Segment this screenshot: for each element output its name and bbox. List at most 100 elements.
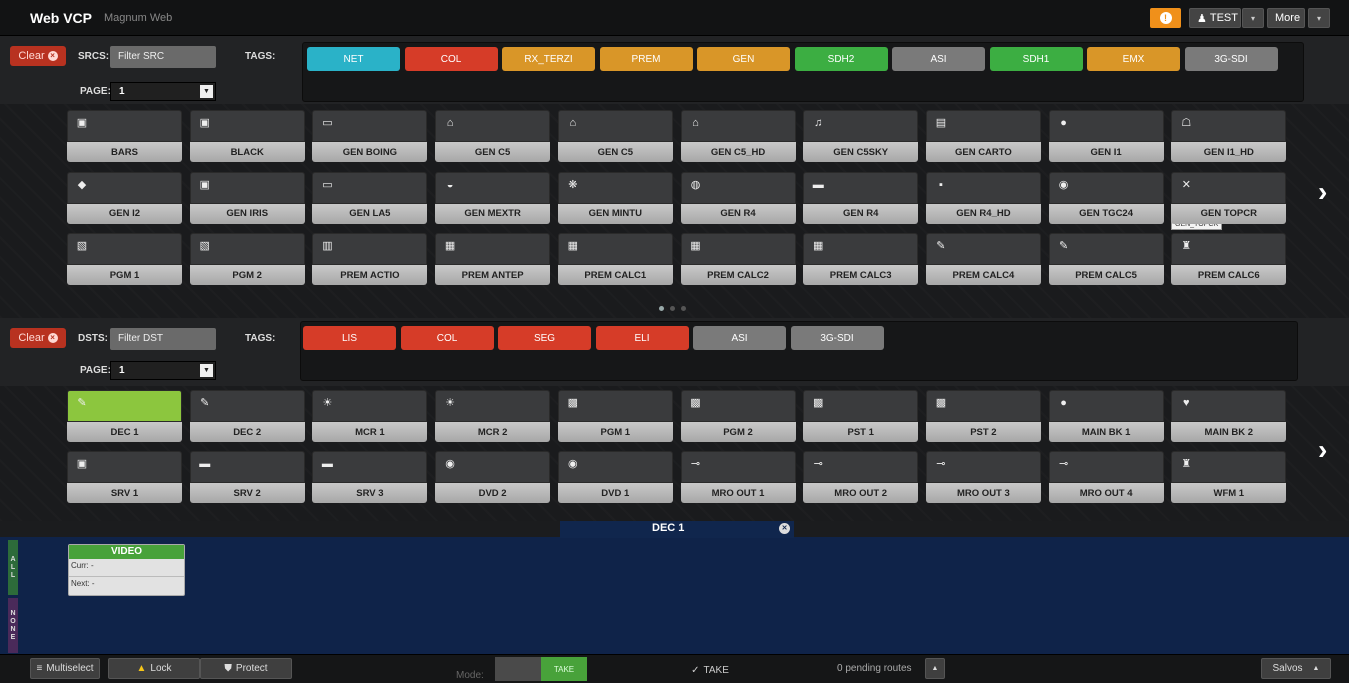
route-button-mro-out-1[interactable]: ⊸ MRO OUT 1 [680,451,796,503]
route-button-dec-2[interactable]: ✎ DEC 2 [189,390,305,442]
route-button-mcr-1[interactable]: ☀ MCR 1 [312,390,428,442]
route-button-prem-calc6[interactable]: ♜ PREM CALC6 [1171,233,1287,285]
route-button-gen-r4[interactable]: ◍ GEN R4 [680,171,796,224]
destination-page-select[interactable]: 1 ▼ [110,361,216,380]
clear-destinations-button[interactable]: Clear × [10,328,66,348]
destinations-grid: › ✎ DEC 1 ✎ DEC 2 ☀ MCR 1 ☀ MCR 2 ▩ PGM 1 ▩ PGM 2 ▩ P… [0,386,1349,521]
select-all-tab[interactable]: ALL [8,540,18,595]
route-button-gen-mintu[interactable]: ❋ GEN MINTU [557,171,673,224]
user-button[interactable]: ♟ TEST [1189,8,1241,28]
mode-toggle-take[interactable]: TAKE [541,657,587,681]
route-button-gen-tgc24[interactable]: ◉ GEN TGC24 [1048,171,1164,224]
lock-button[interactable]: ▲ Lock [108,658,200,679]
route-button-gen-c5[interactable]: ⌂ GEN C5 [557,110,673,162]
tag-emx[interactable]: EMX [1087,47,1180,71]
route-button-gen-la5[interactable]: ▭ GEN LA5 [312,171,428,224]
take-button[interactable]: ✓ TAKE [655,661,765,679]
route-button-pgm-2[interactable]: ▩ PGM 2 [680,390,796,442]
route-button-dec-1[interactable]: ✎ DEC 1 [67,390,182,442]
page-dot[interactable] [659,306,664,311]
route-button-gen-r4[interactable]: ▬ GEN R4 [803,171,919,224]
more-button[interactable]: More [1267,8,1305,28]
source-page-select[interactable]: 1 ▼ [110,82,216,101]
route-button-gen-boing[interactable]: ▭ GEN BOING [312,110,428,162]
pending-expand-button[interactable]: ▲ [925,658,945,679]
route-button-srv-2[interactable]: ▬ SRV 2 [189,451,305,503]
tag-eli[interactable]: ELI [595,326,689,350]
filter-src-input[interactable]: Filter SRC [110,46,216,68]
destinations-next-page-arrow[interactable]: › [1318,434,1327,466]
tag-3g-sdi[interactable]: 3G-SDI [790,326,884,350]
mode-toggle-off[interactable] [495,657,541,681]
tag-rx-terzi[interactable]: RX_TERZI [502,47,595,71]
route-button-dvd-2[interactable]: ◉ DVD 2 [435,451,551,503]
route-button-main-bk-1[interactable]: ● MAIN BK 1 [1048,390,1164,442]
protect-button[interactable]: ⛊ Protect [200,658,292,679]
warning-button[interactable]: ! [1150,8,1181,28]
tag-sdh2[interactable]: SDH2 [794,47,888,71]
route-button-main-bk-2[interactable]: ♥ MAIN BK 2 [1171,390,1287,442]
tag-net[interactable]: NET [307,47,400,71]
multiselect-button[interactable]: ≡ Multiselect [30,658,100,679]
detail-tab[interactable]: DEC 1 ✕ [560,521,794,538]
tag-col[interactable]: COL [400,326,494,350]
button-icon-area: ✎ [67,390,182,422]
tag-lis[interactable]: LIS [303,326,396,350]
route-button-prem-calc1[interactable]: ▦ PREM CALC1 [557,233,673,285]
route-button-black[interactable]: ▣ BLACK [189,110,305,162]
route-button-gen-carto[interactable]: ▤ GEN CARTO [925,110,1041,162]
tag-3g-sdi[interactable]: 3G-SDI [1184,47,1278,71]
route-button-prem-actio[interactable]: ▥ PREM ACTIO [312,233,428,285]
select-none-tab[interactable]: NONE [8,598,18,653]
tag-seg[interactable]: SEG [498,326,591,350]
button-label: PST 2 [925,422,1041,442]
button-label: BLACK [189,142,305,162]
route-button-gen-iris[interactable]: ▣ GEN IRIS [189,171,305,224]
route-button-dvd-1[interactable]: ◉ DVD 1 [557,451,673,503]
salvos-button[interactable]: Salvos ▲ [1261,658,1331,679]
route-button-gen-c5-hd[interactable]: ⌂ GEN C5_HD [680,110,796,162]
route-button-bars[interactable]: ▣ BARS [67,110,182,162]
route-button-gen-i2[interactable]: ◆ GEN I2 [67,171,182,224]
route-button-mro-out-2[interactable]: ⊸ MRO OUT 2 [803,451,919,503]
route-button-prem-calc3[interactable]: ▦ PREM CALC3 [803,233,919,285]
route-button-prem-antep[interactable]: ▦ PREM ANTEP [435,233,551,285]
route-button-prem-calc4[interactable]: ✎ PREM CALC4 [925,233,1041,285]
tag-col[interactable]: COL [404,47,498,71]
route-button-srv-3[interactable]: ▬ SRV 3 [312,451,428,503]
tag-gen[interactable]: GEN [697,47,790,71]
route-button-pgm-1[interactable]: ▩ PGM 1 [557,390,673,442]
filter-dst-input[interactable]: Filter DST [110,328,216,350]
close-icon[interactable]: ✕ [779,523,790,534]
route-button-mro-out-4[interactable]: ⊸ MRO OUT 4 [1048,451,1164,503]
route-button-gen-c5sky[interactable]: ♫ GEN C5SKY [803,110,919,162]
page-dot[interactable] [670,306,675,311]
route-button-prem-calc5[interactable]: ✎ PREM CALC5 [1048,233,1164,285]
route-button-pgm-2[interactable]: ▧ PGM 2 [189,233,305,285]
route-button-gen-i1-hd[interactable]: ☖ GEN I1_HD [1171,110,1287,162]
route-button-pst-2[interactable]: ▩ PST 2 [925,390,1041,442]
route-button-gen-mextr[interactable]: ◒ GEN MEXTR [435,171,551,224]
route-button-mro-out-3[interactable]: ⊸ MRO OUT 3 [925,451,1041,503]
more-dropdown-caret[interactable]: ▾ [1308,8,1330,28]
tag-prem[interactable]: PREM [599,47,693,71]
clear-sources-button[interactable]: Clear × [10,46,66,66]
route-button-pst-1[interactable]: ▩ PST 1 [803,390,919,442]
tag-sdh1[interactable]: SDH1 [989,47,1083,71]
tag-asi[interactable]: ASI [892,47,985,71]
route-button-gen-topcr[interactable]: ✕ GEN TOPCR [1171,171,1287,224]
video-level-card[interactable]: VIDEO Curr: - Next: - [68,544,185,596]
route-button-wfm-1[interactable]: ♜ WFM 1 [1171,451,1287,503]
route-button-prem-calc2[interactable]: ▦ PREM CALC2 [680,233,796,285]
route-button-mcr-2[interactable]: ☀ MCR 2 [435,390,551,442]
route-button-pgm-1[interactable]: ▧ PGM 1 [67,233,182,285]
route-button-gen-i1[interactable]: ● GEN I1 [1048,110,1164,162]
page-dot[interactable] [681,306,686,311]
user-dropdown-caret[interactable]: ▾ [1242,8,1264,28]
route-button-srv-1[interactable]: ▣ SRV 1 [67,451,182,503]
sources-next-page-arrow[interactable]: › [1318,176,1327,208]
tag-asi[interactable]: ASI [693,326,786,350]
button-icon-area: ▬ [803,171,919,204]
route-button-gen-c5[interactable]: ⌂ GEN C5 [435,110,551,162]
route-button-gen-r4-hd[interactable]: ▪ GEN R4_HD [925,171,1041,224]
